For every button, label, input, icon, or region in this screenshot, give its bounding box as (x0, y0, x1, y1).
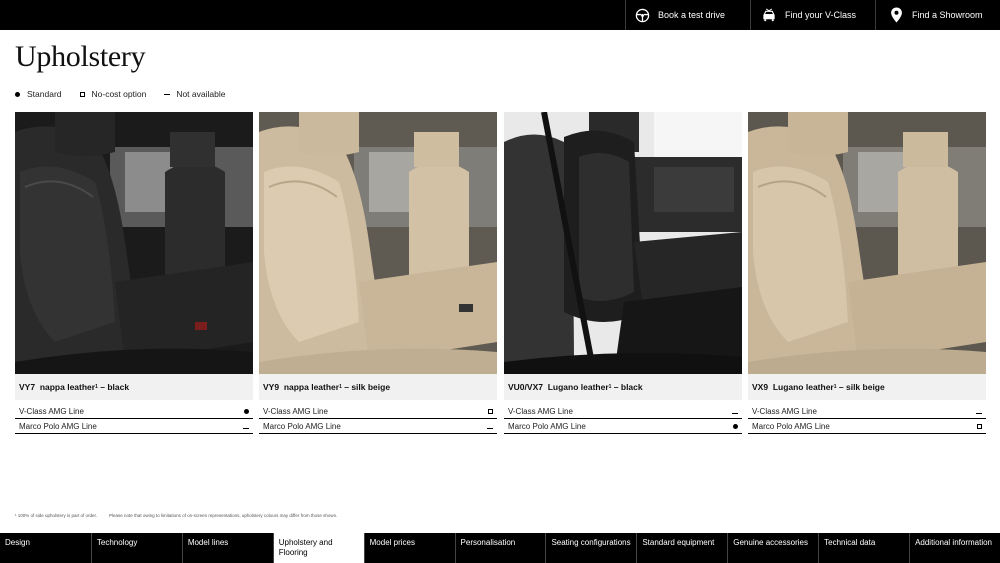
card-material: Lugano leather (547, 382, 609, 392)
model-line-label: V-Class AMG Line (19, 406, 84, 416)
card-code: VX9 (752, 382, 769, 392)
legend-not-available: Not available (164, 89, 225, 99)
card-material: nappa leather (39, 382, 96, 392)
model-line-label: Marco Polo AMG Line (19, 421, 97, 431)
upholstery-card: VX9 Lugano leather 1 – silk beige V-Class… (748, 112, 986, 434)
tab-model-prices[interactable]: Model prices (363, 533, 455, 563)
model-line-label: V-Class AMG Line (508, 406, 573, 416)
model-line-label: Marco Polo AMG Line (263, 421, 341, 431)
availability-row: Marco Polo AMG Line (748, 419, 986, 434)
seat-photo-beige-nappa (259, 112, 497, 374)
upholstery-page: Book a test drive Find your V-Class Find… (0, 0, 1000, 563)
dash-icon (243, 422, 249, 431)
find-showroom-button[interactable]: Find a Showroom (875, 0, 1000, 30)
card-colour: black (107, 382, 130, 392)
bottom-navigation: Design Technology Model lines Upholstery… (0, 533, 1000, 563)
top-bar: Book a test drive Find your V-Class Find… (0, 0, 1000, 30)
legend: Standard No-cost option Not available (15, 89, 243, 99)
card-material: Lugano leather (772, 382, 834, 392)
card-title: VY9 nappa leather 1 – silk beige (259, 374, 497, 400)
card-title: VU0/VX7 Lugano leather 1 – black (504, 374, 742, 400)
upholstery-card: VY9 nappa leather 1 – silk beige V-Class … (259, 112, 497, 434)
car-icon (761, 7, 777, 23)
dash-icon (487, 422, 493, 431)
availability-rows: V-Class AMG Line Marco Polo AMG Line (748, 404, 986, 434)
dash-icon (976, 407, 982, 416)
page-title: Upholstery (15, 40, 146, 73)
dash-icon (164, 93, 174, 95)
book-test-drive-label: Book a test drive (658, 10, 726, 20)
availability-row: Marco Polo AMG Line (15, 419, 253, 434)
tab-seating-configurations[interactable]: Seating configurations (545, 533, 636, 563)
tab-technical-data[interactable]: Technical data (818, 533, 909, 563)
model-line-label: Marco Polo AMG Line (508, 421, 586, 431)
tab-additional-information[interactable]: Additional information (909, 533, 1000, 563)
find-v-class-label: Find your V-Class (785, 10, 857, 20)
book-test-drive-button[interactable]: Book a test drive (625, 0, 750, 30)
find-v-class-button[interactable]: Find your V-Class (750, 0, 875, 30)
availability-rows: V-Class AMG Line Marco Polo AMG Line (504, 404, 742, 434)
card-footnote-mark: 1 (608, 384, 612, 390)
legend-not-available-label: Not available (176, 89, 226, 99)
legend-no-cost-label: No-cost option (91, 89, 147, 99)
availability-row: Marco Polo AMG Line (259, 419, 497, 434)
model-line-label: Marco Polo AMG Line (752, 421, 830, 431)
tab-model-lines[interactable]: Model lines (181, 533, 273, 563)
legend-standard-label: Standard (27, 89, 62, 99)
empty-square-icon (79, 91, 90, 97)
model-line-label: V-Class AMG Line (752, 406, 817, 416)
filled-dot-icon (244, 407, 249, 416)
availability-rows: V-Class AMG Line Marco Polo AMG Line (259, 404, 497, 434)
seat-photo-black-nappa (15, 112, 253, 374)
tab-standard-equipment[interactable]: Standard equipment (636, 533, 727, 563)
tab-personalisation[interactable]: Personalisation (454, 533, 546, 563)
card-code: VY9 (263, 382, 280, 392)
tab-upholstery-and-flooring[interactable]: Upholstery and Flooring (272, 533, 364, 563)
find-showroom-label: Find a Showroom (912, 10, 983, 20)
upholstery-card: VY7 nappa leather 1 – black V-Class AMG L… (15, 112, 253, 434)
card-code: VY7 (19, 382, 36, 392)
tab-design[interactable]: Design (0, 533, 91, 563)
footnotes: ¹ 100% of side upholstery is part of ord… (15, 513, 349, 518)
upholstery-card: VU0/VX7 Lugano leather 1 – black V-Class … (504, 112, 742, 434)
footnote-1: ¹ 100% of side upholstery is part of ord… (15, 513, 98, 518)
seat-photo-beige-lugano (748, 112, 986, 374)
card-footnote-mark: 1 (833, 384, 837, 390)
steering-wheel-icon (634, 7, 650, 23)
top-actions: Book a test drive Find your V-Class Find… (625, 0, 1000, 30)
tab-technology[interactable]: Technology (90, 533, 182, 563)
legend-no-cost-option: No-cost option (79, 89, 147, 99)
card-title: VX9 Lugano leather 1 – silk beige (748, 374, 986, 400)
availability-rows: V-Class AMG Line Marco Polo AMG Line (15, 404, 253, 434)
card-footnote-mark: 1 (95, 384, 98, 390)
model-line-label: V-Class AMG Line (263, 406, 328, 416)
card-colour: black (620, 382, 643, 392)
availability-row: V-Class AMG Line (15, 404, 253, 419)
card-colour: silk beige (845, 382, 885, 392)
card-code: VU0/VX7 (508, 382, 543, 392)
availability-row: V-Class AMG Line (504, 404, 742, 419)
card-colour: silk beige (351, 382, 391, 392)
dash-icon (732, 407, 738, 416)
empty-square-icon (488, 407, 493, 416)
tab-genuine-accessories[interactable]: Genuine accessories (727, 533, 818, 563)
filled-dot-icon (733, 422, 738, 431)
availability-row: V-Class AMG Line (748, 404, 986, 419)
availability-row: V-Class AMG Line (259, 404, 497, 419)
card-material: nappa leather (283, 382, 340, 392)
availability-row: Marco Polo AMG Line (504, 419, 742, 434)
legend-standard: Standard (15, 89, 62, 99)
empty-square-icon (977, 422, 982, 431)
filled-dot-icon (15, 91, 25, 97)
card-footnote-mark: 1 (339, 384, 342, 390)
location-pin-icon (888, 7, 904, 23)
seat-photo-black-lugano (504, 112, 742, 374)
card-title: VY7 nappa leather 1 – black (15, 374, 253, 400)
footnote-2: Please note that owing to limitations of… (109, 513, 338, 518)
